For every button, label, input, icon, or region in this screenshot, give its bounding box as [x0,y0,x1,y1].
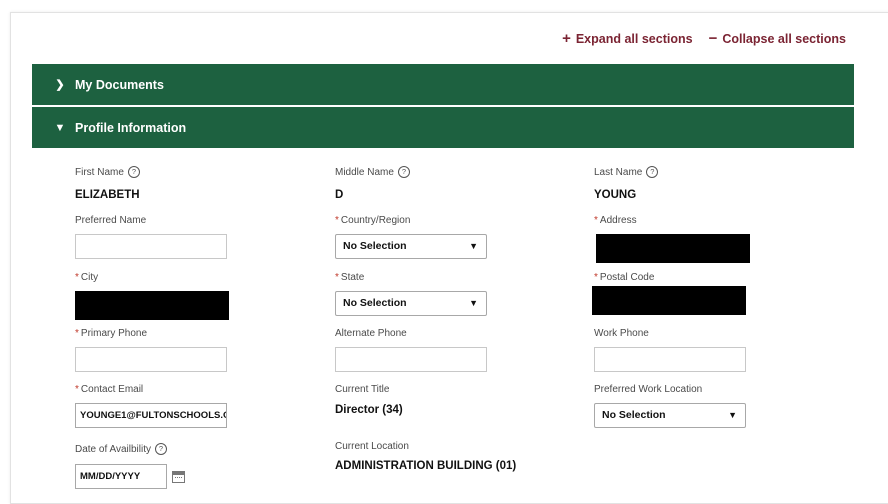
current-title-label: Current Title [335,384,390,395]
alternate-phone-input[interactable] [335,347,487,372]
section-my-documents[interactable]: ❯ My Documents [32,64,854,105]
calendar-icon[interactable] [172,471,185,483]
middle-name-label: Middle Name? [335,166,410,178]
alternate-phone-label: Alternate Phone [335,328,407,339]
current-location-value: ADMINISTRATION BUILDING (01) [335,460,517,472]
expand-all-link[interactable]: + Expand all sections [562,30,693,47]
postal-code-redacted [592,286,746,315]
date-of-availability-label: Date of Availbility? [75,443,167,455]
preferred-work-location-select[interactable]: No Selection ▼ [594,403,746,428]
collapse-all-link[interactable]: − Collapse all sections [708,30,846,47]
first-name-label: First Name? [75,166,140,178]
help-icon[interactable]: ? [154,443,167,455]
contact-email-label: * Contact Email [75,384,144,395]
preferred-name-input[interactable] [75,234,227,259]
expand-all-label: Expand all sections [575,32,693,46]
collapse-all-label: Collapse all sections [722,32,846,46]
primary-phone-input[interactable] [75,347,227,372]
address-label: * Address [594,215,637,226]
current-location-label: Current Location [335,441,409,452]
chevron-down-icon: ▼ [469,241,478,251]
state-label: * State [335,272,365,283]
preferred-work-location-label: Preferred Work Location [594,384,703,395]
help-icon[interactable]: ? [127,166,140,178]
contact-email-input[interactable]: YOUNGE1@FULTONSCHOOLS.O [75,403,227,428]
country-region-select[interactable]: No Selection ▼ [335,234,487,259]
section-toolbar: + Expand all sections − Collapse all sec… [562,30,846,47]
minus-icon: − [708,30,718,47]
help-icon[interactable]: ? [646,166,659,178]
section-profile-information[interactable]: ▼ Profile Information [32,107,854,148]
address-redacted [596,234,750,263]
section-title: My Documents [75,77,164,92]
chevron-down-icon: ▼ [54,121,66,134]
country-region-label: * Country/Region [335,215,411,226]
work-phone-input[interactable] [594,347,746,372]
help-icon[interactable]: ? [397,166,410,178]
section-title: Profile Information [75,120,187,135]
chevron-down-icon: ▼ [469,298,478,308]
first-name-value: ELIZABETH [75,189,140,201]
current-title-value: Director (34) [335,404,403,416]
city-redacted [75,291,229,320]
city-label: * City [75,272,99,283]
state-select[interactable]: No Selection ▼ [335,291,487,316]
preferred-name-label: Preferred Name [75,215,147,226]
plus-icon: + [562,30,571,47]
date-of-availability-input[interactable]: MM/DD/YYYY [75,464,167,489]
postal-code-label: * Postal Code [594,272,655,283]
chevron-right-icon: ❯ [55,79,65,91]
last-name-label: Last Name? [594,166,659,178]
chevron-down-icon: ▼ [728,410,737,420]
work-phone-label: Work Phone [594,328,649,339]
last-name-value: YOUNG [594,189,637,201]
primary-phone-label: * Primary Phone [75,328,148,339]
middle-name-value: D [335,189,344,201]
